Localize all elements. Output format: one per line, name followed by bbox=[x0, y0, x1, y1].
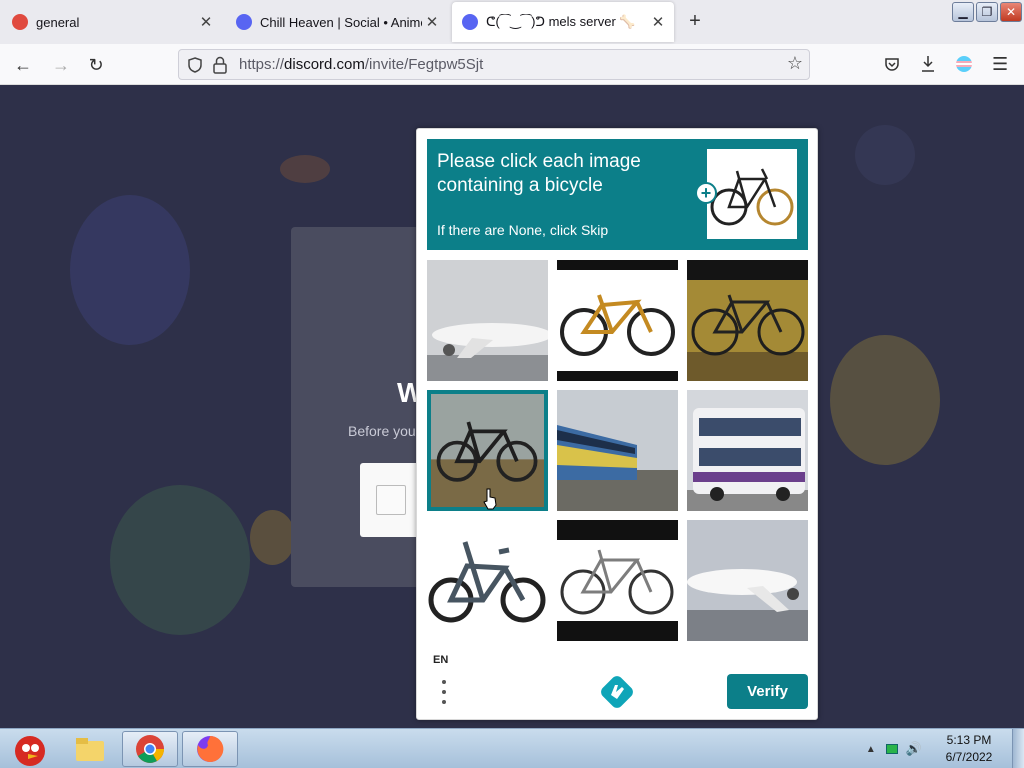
image-tile-8[interactable] bbox=[557, 520, 678, 641]
illustration-hat bbox=[280, 155, 330, 183]
illustration-monster bbox=[110, 485, 250, 635]
bicycle-image bbox=[427, 520, 548, 641]
hamburger-menu-icon[interactable]: ☰ bbox=[992, 54, 1008, 75]
bicycle-image bbox=[687, 260, 808, 381]
airplane-image bbox=[687, 520, 808, 641]
tab-title: ᕦ(⁀‿⁀)ᕤ mels server 🦴 bbox=[486, 14, 636, 29]
tab-chill-heaven[interactable]: Chill Heaven | Social • Anime ✕ bbox=[226, 2, 448, 42]
windows-taskbar: ▲ 🔊 5:13 PM 6/7/2022 bbox=[0, 728, 1024, 768]
close-icon[interactable]: ✕ bbox=[196, 13, 216, 31]
network-icon[interactable] bbox=[885, 744, 898, 754]
invite-card: W Before you bbox=[291, 227, 431, 587]
captcha-question: Please click each image containing a bic… bbox=[437, 151, 641, 196]
discord-icon bbox=[236, 14, 252, 30]
discord-red-icon bbox=[12, 14, 28, 30]
bicycle-image bbox=[557, 520, 678, 641]
illustration-character bbox=[70, 195, 190, 345]
back-button[interactable]: ← bbox=[10, 52, 36, 78]
account-avatar-icon[interactable] bbox=[956, 56, 972, 72]
navigation-toolbar: ← → ↻ https://discord.com/invite/Fegtpw5… bbox=[0, 44, 1024, 85]
forward-button[interactable]: → bbox=[48, 52, 74, 78]
reload-button[interactable]: ↻ bbox=[83, 52, 109, 78]
expand-sample-icon[interactable]: + bbox=[695, 182, 717, 204]
train-image bbox=[557, 390, 678, 511]
airplane-image bbox=[427, 260, 548, 381]
system-tray: ▲ 🔊 5:13 PM 6/7/2022 bbox=[866, 729, 1004, 768]
close-icon[interactable]: ✕ bbox=[648, 13, 668, 31]
illustration-creature bbox=[250, 510, 295, 565]
more-options-menu[interactable] bbox=[437, 677, 451, 707]
captcha-prompt: Please click each image containing a bic… bbox=[427, 139, 808, 250]
tab-mels-server[interactable]: ᕦ(⁀‿⁀)ᕤ mels server 🦴 ✕ bbox=[452, 2, 674, 42]
tab-strip: general ✕ Chill Heaven | Social • Anime … bbox=[0, 0, 1024, 44]
new-tab-button[interactable]: + bbox=[684, 10, 706, 33]
illustration-robot bbox=[855, 125, 915, 185]
tab-title: general bbox=[36, 14, 80, 30]
image-tile-5[interactable] bbox=[557, 390, 678, 511]
show-desktop-button[interactable] bbox=[1012, 729, 1024, 768]
sample-image bbox=[707, 149, 797, 239]
window-controls: ▁ ❐ ✕ bbox=[952, 2, 1022, 22]
start-button[interactable] bbox=[0, 731, 56, 767]
bookmark-star-icon[interactable]: ☆ bbox=[787, 53, 803, 74]
pocket-icon[interactable] bbox=[884, 56, 900, 72]
firefox-icon bbox=[197, 735, 224, 762]
image-tile-7[interactable] bbox=[427, 520, 548, 641]
discord-icon bbox=[462, 14, 478, 30]
show-hidden-icons[interactable]: ▲ bbox=[866, 744, 876, 755]
image-tile-2[interactable] bbox=[557, 260, 678, 381]
close-icon[interactable]: ✕ bbox=[422, 13, 442, 31]
chrome-icon bbox=[136, 735, 164, 763]
taskbar-explorer[interactable] bbox=[62, 731, 118, 767]
clock-time: 5:13 PM bbox=[946, 733, 992, 747]
verify-button[interactable]: Verify bbox=[727, 674, 808, 709]
minimize-button[interactable]: ▁ bbox=[952, 2, 974, 22]
shield-icon[interactable] bbox=[187, 57, 203, 73]
tab-general[interactable]: general ✕ bbox=[2, 2, 222, 42]
clock[interactable]: 5:13 PM 6/7/2022 bbox=[934, 732, 1004, 766]
volume-icon[interactable]: 🔊 bbox=[906, 741, 922, 757]
image-tile-6[interactable] bbox=[687, 390, 808, 511]
window-close-button[interactable]: ✕ bbox=[1000, 2, 1022, 22]
image-tile-9[interactable] bbox=[687, 520, 808, 641]
image-tile-3[interactable] bbox=[687, 260, 808, 381]
bus-image bbox=[687, 390, 808, 511]
image-tile-1[interactable] bbox=[427, 260, 548, 381]
before-text: Before you bbox=[348, 423, 416, 439]
taskbar-firefox[interactable] bbox=[182, 731, 238, 767]
bicycle-image bbox=[557, 260, 678, 381]
captcha-hint: If there are None, click Skip bbox=[437, 222, 609, 238]
url-text: https://discord.com/invite/Fegtpw5Sjt bbox=[239, 56, 484, 73]
taskbar-chrome[interactable] bbox=[122, 731, 178, 767]
folder-icon bbox=[76, 738, 104, 761]
restore-button[interactable]: ❐ bbox=[976, 2, 998, 22]
lock-icon[interactable] bbox=[213, 56, 227, 74]
clock-date: 6/7/2022 bbox=[945, 750, 993, 764]
hand-cursor-icon bbox=[483, 488, 497, 510]
captcha-challenge: Please click each image containing a bic… bbox=[416, 128, 818, 720]
hcaptcha-logo-icon bbox=[601, 676, 633, 708]
illustration-yellow-character bbox=[830, 335, 940, 465]
address-bar[interactable]: https://discord.com/invite/Fegtpw5Sjt ☆ bbox=[178, 49, 810, 80]
language-selector[interactable]: EN bbox=[433, 654, 448, 666]
image-grid bbox=[427, 260, 808, 641]
download-icon[interactable] bbox=[920, 55, 936, 73]
angry-bird-icon bbox=[15, 736, 45, 766]
tab-title: Chill Heaven | Social • Anime bbox=[260, 14, 422, 30]
bicycle-sample-image bbox=[710, 168, 794, 226]
captcha-checkbox[interactable] bbox=[376, 485, 406, 515]
